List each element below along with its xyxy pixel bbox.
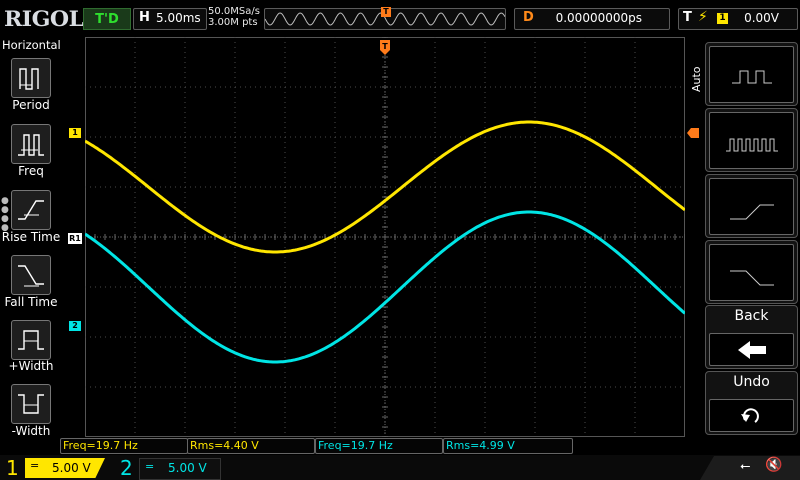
freq-label: Freq: [18, 164, 44, 178]
undo-button[interactable]: Undo: [705, 371, 798, 435]
ch2-scale: 5.00 V: [168, 461, 207, 475]
ch1-rms-measurement[interactable]: Rms=4.40 V: [187, 438, 315, 454]
auto-option-falling-display: [709, 244, 794, 301]
ch1-number: 1: [6, 456, 19, 480]
trigger-level-marker[interactable]: [687, 128, 699, 138]
auto-option-1[interactable]: [705, 42, 798, 106]
fall-time-icon: [18, 265, 44, 287]
left-panel-title: Horizontal: [2, 38, 61, 52]
period-label: Period: [12, 98, 50, 112]
horizontal-tag: H: [139, 10, 150, 25]
frequency-icon: [18, 134, 44, 156]
delay-tag: D: [523, 10, 534, 25]
ch1-freq-measurement[interactable]: Freq=19.7 Hz: [60, 438, 188, 454]
undo-arrow-area: [709, 399, 794, 432]
sample-rate: 50.0MSa/s: [208, 6, 260, 17]
falling-edge-wave-icon: [730, 270, 774, 286]
auto-option-2[interactable]: [705, 108, 798, 172]
ch1-coupling-icon: =: [30, 459, 40, 472]
trigger-box[interactable]: T ⚡ 1 0.00V: [678, 8, 798, 30]
ch2-coupling-icon: =: [145, 460, 155, 473]
auto-option-1-display: [709, 46, 794, 103]
back-arrow-area: [709, 333, 794, 366]
period-icon: [19, 68, 39, 90]
run-status-badge[interactable]: T'D: [83, 8, 131, 30]
horizontal-scale-box[interactable]: H 5.00ms: [133, 8, 207, 30]
waveform-display[interactable]: [85, 37, 685, 437]
positive-width-icon: [18, 330, 44, 350]
undo-label: Undo: [733, 374, 770, 390]
page-dots: ● ● ● ●: [1, 196, 9, 233]
acquisition-info: 50.0MSa/s 3.00M pts: [208, 6, 260, 28]
trigger-source: 1: [717, 13, 728, 24]
ch2-rms-measurement[interactable]: Rms=4.99 V: [443, 438, 573, 454]
ch2-freq-measurement[interactable]: Freq=19.7 Hz: [315, 438, 443, 454]
positive-width-button[interactable]: [11, 320, 51, 360]
ch1-scale: 5.00 V: [52, 461, 91, 475]
ch1-settings-box[interactable]: = 5.00 V: [25, 458, 105, 478]
ch2-number: 2: [120, 456, 133, 480]
negative-width-button[interactable]: [11, 384, 51, 424]
rise-time-label: Rise Time: [1, 230, 61, 244]
trigger-time-marker: T: [380, 40, 390, 55]
ch1-offset-marker[interactable]: 1: [69, 128, 81, 138]
trigger-level: 0.00V: [744, 11, 779, 25]
delay-value: 0.00000000ps: [555, 11, 642, 25]
rising-edge-icon: ⚡: [698, 9, 708, 25]
negative-width-icon: [18, 394, 44, 414]
period-button[interactable]: [11, 58, 51, 98]
undo-icon: [741, 408, 759, 423]
usb-icon: ⭠: [740, 459, 751, 474]
ch2-offset-marker[interactable]: 2: [69, 321, 81, 331]
fall-time-button[interactable]: [11, 255, 51, 295]
auto-option-falling[interactable]: [705, 240, 798, 304]
back-label: Back: [734, 308, 769, 324]
rise-time-icon: [18, 200, 44, 220]
auto-label: Auto: [690, 66, 703, 92]
auto-option-rising-display: [709, 178, 794, 235]
freq-button[interactable]: [11, 124, 51, 164]
ref-marker: R1: [68, 233, 82, 244]
brand-logo: RIGOL: [4, 6, 84, 31]
positive-width-label: +Width: [8, 359, 54, 373]
back-button[interactable]: Back: [705, 305, 798, 369]
auto-option-rising[interactable]: [705, 174, 798, 238]
square-wave-icon: [732, 70, 772, 84]
trigger-time-marker-label: T: [382, 42, 388, 51]
back-arrow-icon: [738, 341, 766, 359]
memory-depth: 3.00M pts: [208, 17, 258, 28]
trigger-position-marker: T: [381, 7, 391, 17]
horizontal-scale-value: 5.00ms: [156, 11, 201, 25]
auto-option-2-display: [709, 112, 794, 169]
rise-time-button[interactable]: [11, 190, 51, 230]
delay-box[interactable]: D 0.00000000ps: [514, 8, 670, 30]
trigger-tag: T: [683, 10, 692, 25]
negative-width-label: -Width: [11, 424, 51, 438]
fall-time-label: Fall Time: [4, 295, 58, 309]
speaker-muted-icon[interactable]: 🔇: [765, 457, 782, 473]
multi-cycle-wave-icon: [726, 138, 778, 152]
rising-edge-wave-icon: [730, 204, 774, 220]
ch2-settings-box[interactable]: = 5.00 V: [139, 458, 221, 480]
